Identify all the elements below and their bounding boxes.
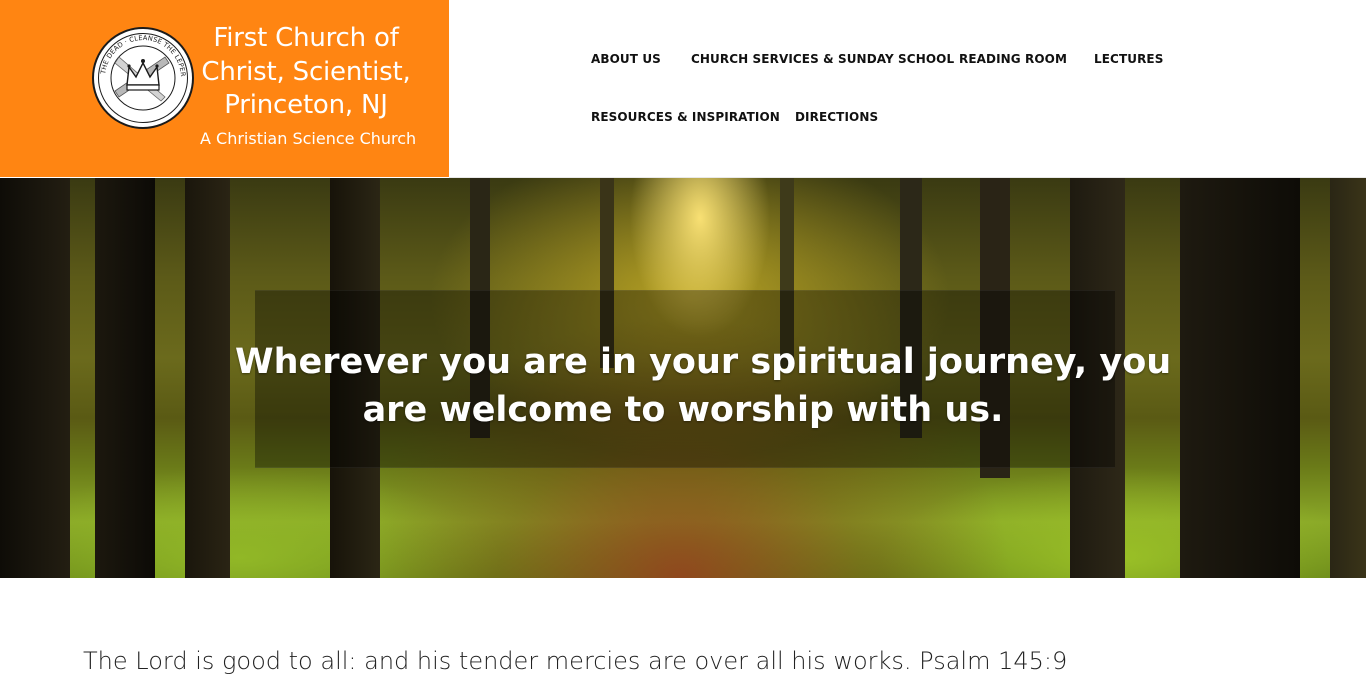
church-seal-icon: HEAL THE SICK · RAISE THE DEAD · CLEANSE… — [91, 27, 194, 129]
hero-headline-line: Wherever you are in your spiritual journ… — [235, 342, 1172, 382]
church-tagline: A Christian Science Church — [200, 129, 417, 148]
site-header: HEAL THE SICK · RAISE THE DEAD · CLEANSE… — [0, 0, 1366, 178]
church-name: First Church of Christ, Scientist, Princ… — [200, 22, 412, 123]
tree-trunk — [95, 178, 155, 578]
tree-trunk — [1330, 178, 1366, 578]
scripture-verse: The Lord is good to all: and his tender … — [83, 647, 1068, 675]
nav-reading-room[interactable]: READING ROOM — [959, 51, 1067, 67]
brand-logo-link[interactable]: HEAL THE SICK · RAISE THE DEAD · CLEANSE… — [0, 0, 449, 177]
nav-directions[interactable]: DIRECTIONS — [795, 109, 878, 125]
hero-headline: Wherever you are in your spiritual journ… — [235, 338, 1172, 434]
hero-headline-line: are welcome to worship with us. — [362, 390, 1004, 430]
nav-about-us[interactable]: ABOUT US — [591, 51, 661, 67]
tree-trunk — [1180, 178, 1300, 578]
nav-resources-inspiration[interactable]: RESOURCES & INSPIRATION — [591, 109, 780, 125]
hero-banner: Wherever you are in your spiritual journ… — [0, 178, 1366, 578]
church-name-line: Princeton, NJ — [224, 90, 388, 120]
tree-trunk — [0, 178, 70, 578]
church-name-line: Christ, Scientist, — [201, 56, 411, 87]
church-name-line: First Church of — [213, 23, 399, 53]
nav-lectures[interactable]: LECTURES — [1094, 51, 1163, 67]
tree-trunk — [185, 178, 230, 578]
nav-church-services[interactable]: CHURCH SERVICES & SUNDAY SCHOOL — [691, 51, 954, 67]
